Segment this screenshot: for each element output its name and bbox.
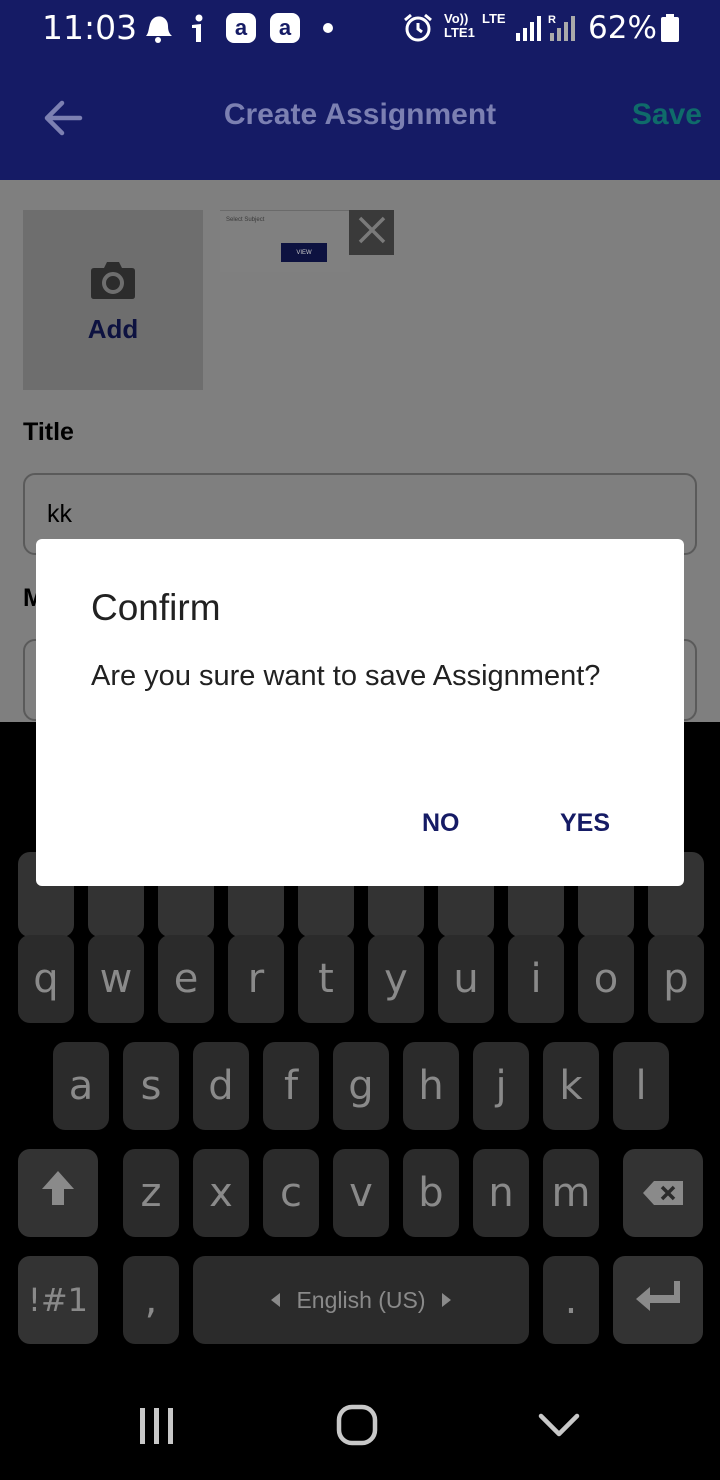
confirm-dialog: Confirm Are you sure want to save Assign… [36, 539, 684, 886]
dialog-message: Are you sure want to save Assignment? [91, 660, 601, 692]
dialog-title: Confirm [91, 587, 221, 628]
no-button[interactable]: NO [422, 809, 460, 838]
yes-button[interactable]: YES [560, 809, 610, 838]
dialog-overlay: Confirm Are you sure want to save Assign… [0, 0, 720, 1480]
